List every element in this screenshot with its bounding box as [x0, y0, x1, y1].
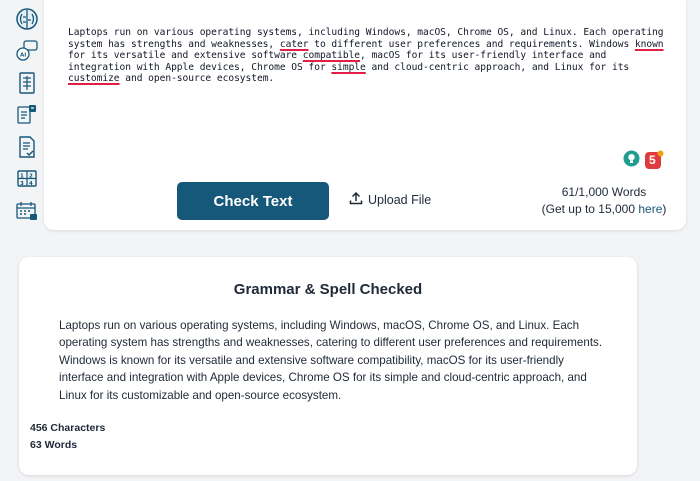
result-word-count: 63 Words: [30, 439, 78, 451]
assistant-badges: 5: [623, 150, 664, 171]
calendar-grid-icon[interactable]: [14, 198, 40, 224]
error-count: 5: [649, 153, 656, 167]
spelling-error[interactable]: compatible: [303, 50, 360, 61]
svg-text:3: 3: [20, 181, 24, 187]
numbers-icon[interactable]: 1 2 3 4: [14, 166, 40, 192]
svg-text:1: 1: [20, 174, 24, 180]
spelling-error[interactable]: simple: [331, 62, 365, 73]
corrected-text: Laptops run on various operating systems…: [59, 319, 603, 402]
input-textarea[interactable]: Laptops run on various operating systems…: [68, 27, 668, 85]
upload-file-label: Upload File: [368, 192, 432, 207]
bulb-badge-icon[interactable]: [623, 150, 640, 171]
ai-chat-icon[interactable]: AI: [14, 38, 40, 64]
upgrade-link[interactable]: here: [638, 202, 662, 216]
upgrade-note: (Get up to 15,000 here): [530, 201, 678, 218]
error-count-badge[interactable]: 5: [644, 150, 664, 170]
upload-file-button[interactable]: Upload File: [349, 191, 431, 208]
tool-sidebar: AI 1 2 3 4: [10, 6, 44, 224]
brain-icon[interactable]: [14, 6, 40, 32]
character-count: 456 Characters: [30, 422, 106, 434]
upload-icon: [349, 191, 363, 208]
upgrade-text-end: ): [662, 202, 667, 216]
result-panel: Grammar & Spell Checked Laptops run on v…: [19, 257, 637, 475]
upgrade-text: (Get up to 15,000: [541, 202, 639, 216]
text-stats: 456 Characters 63 Words: [30, 420, 105, 454]
word-count-info: 61/1,000 Words (Get up to 15,000 here): [530, 184, 678, 218]
svg-text:AI: AI: [20, 53, 26, 59]
document-grid-icon[interactable]: [14, 70, 40, 96]
text-segment: for its versatile and extensive software: [68, 50, 303, 61]
text-segment: to different user preferences and requir…: [308, 38, 635, 50]
word-count: 61/1,000 Words: [561, 185, 647, 199]
svg-text:4: 4: [29, 181, 33, 187]
text-segment: and open-source ecosystem.: [119, 73, 275, 84]
check-text-button[interactable]: Check Text: [177, 182, 329, 220]
text-segment: and cloud-centric approach, and Linux fo…: [365, 61, 630, 73]
document-compare-icon[interactable]: [14, 102, 40, 128]
svg-text:2: 2: [29, 174, 33, 180]
document-check-icon[interactable]: [14, 134, 40, 160]
spelling-error[interactable]: known: [635, 39, 664, 50]
result-title: Grammar & Spell Checked: [233, 281, 423, 298]
spelling-error[interactable]: cater: [280, 39, 309, 50]
editor-panel: Laptops run on various operating systems…: [44, 0, 686, 230]
spelling-error[interactable]: customize: [68, 73, 120, 84]
